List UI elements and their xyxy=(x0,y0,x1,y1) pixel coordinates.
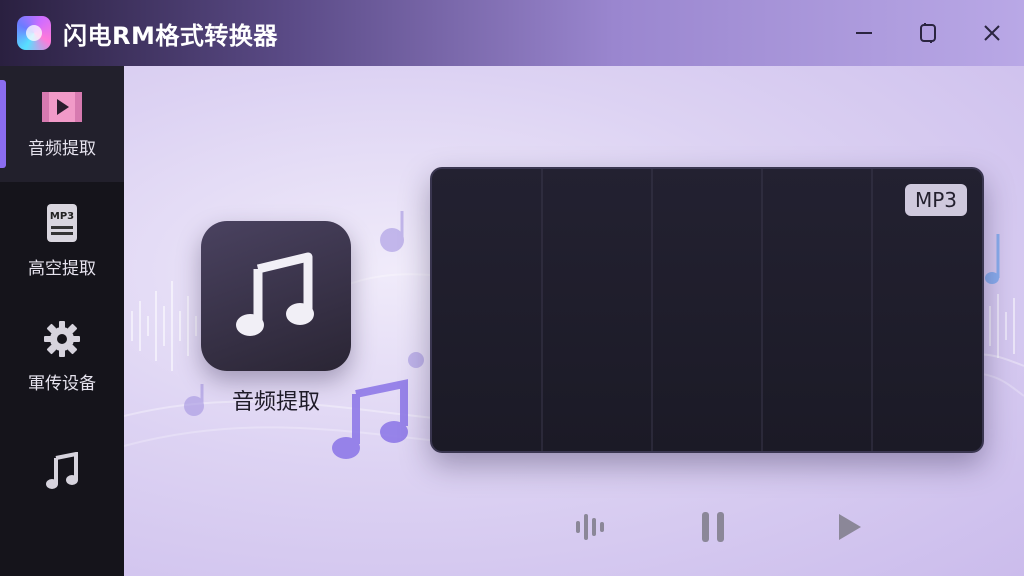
minimize-button[interactable] xyxy=(832,0,896,66)
sidebar: 音频提取 MP3 高空提取 軍传设备 xyxy=(0,66,124,576)
audio-extract-app-icon[interactable] xyxy=(201,221,351,371)
play-button[interactable] xyxy=(826,504,872,550)
decorative-note-right xyxy=(985,234,1000,284)
mp3-file-icon: MP3 xyxy=(47,203,77,242)
waveform-visualization xyxy=(435,169,977,451)
waveform-bars xyxy=(435,259,977,359)
gear-icon xyxy=(44,320,80,357)
close-button[interactable] xyxy=(960,0,1024,66)
sidebar-item-label: 音频提取 xyxy=(28,138,96,159)
restore-button[interactable] xyxy=(896,0,960,66)
pause-icon xyxy=(702,512,724,542)
svg-text:MP3: MP3 xyxy=(50,211,74,222)
music-note-icon xyxy=(46,452,78,489)
sidebar-item-mp3-extract[interactable]: MP3 高空提取 xyxy=(0,182,124,298)
faint-waveform-right xyxy=(989,294,1015,358)
play-icon xyxy=(839,514,861,540)
window-controls xyxy=(832,0,1024,66)
sidebar-item-music[interactable] xyxy=(0,414,124,530)
waveform-icon xyxy=(576,514,604,540)
sidebar-item-label: 軍传设备 xyxy=(28,373,96,394)
feature-label: 音频提取 xyxy=(231,390,320,415)
playback-controls xyxy=(554,504,874,550)
app-title: 闪电RM格式转换器 xyxy=(63,21,278,50)
app-logo-icon xyxy=(17,16,51,50)
music-note-icon xyxy=(236,252,314,336)
pause-button[interactable] xyxy=(690,504,736,550)
video-icon xyxy=(42,91,82,122)
main-content: 音频提取 MP3 xyxy=(124,66,1024,576)
sidebar-item-device-settings[interactable]: 軍传设备 xyxy=(0,298,124,414)
restore-icon xyxy=(920,23,936,43)
title-bar[interactable]: 闪电RM格式转换器 xyxy=(0,0,1024,66)
waveform-panel: MP3 xyxy=(430,167,984,453)
sidebar-item-audio-extract[interactable]: 音频提取 xyxy=(0,66,124,182)
format-badge: MP3 xyxy=(904,184,967,216)
close-icon xyxy=(984,25,1000,41)
minimize-icon xyxy=(856,32,872,34)
app-window: 闪电RM格式转换器 音频提取 MP3 高空提取 軍传设备 音频提取 MP3 xyxy=(0,0,1024,576)
waveform-button[interactable] xyxy=(566,504,612,550)
faint-waveform-left xyxy=(131,281,197,371)
sidebar-item-label: 高空提取 xyxy=(28,258,96,279)
